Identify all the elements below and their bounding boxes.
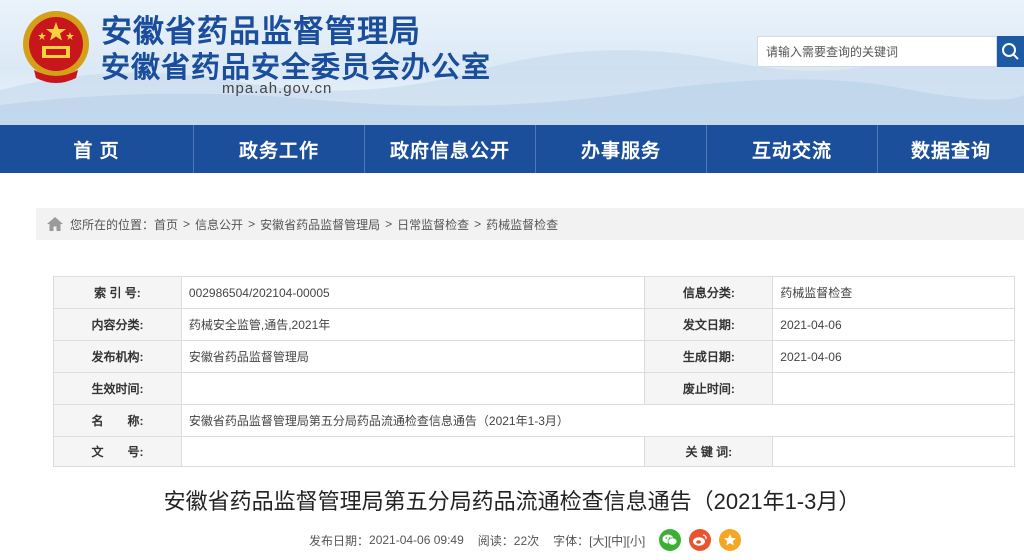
keywords-label: 关 键 词: [644,436,774,467]
font-small-button[interactable]: [小] [627,532,646,549]
views-label: 阅读： [477,533,514,548]
breadcrumb-item-disclosure[interactable]: 信息公开 [195,216,243,233]
favorite-button[interactable] [719,529,742,551]
nav-item-services[interactable]: 办事服务 [536,125,707,173]
table-row: 名 称: 安徽省药品监督管理局第五分局药品流通检查信息通告（2021年1-3月） [53,404,1016,437]
breadcrumb-separator: > [183,217,191,231]
issue-date-value: 2021-04-06 [772,308,1015,341]
breadcrumb: 您所在的位置： 首页 > 信息公开 > 安徽省药品监督管理局 > 日常监督检查 … [36,208,1024,240]
breadcrumb-prefix: 您所在的位置： [70,217,155,232]
search-icon [1002,43,1019,60]
table-row: 索 引 号: 002986504/202104-00005 信息分类: 药械监督… [53,276,1015,309]
effective-time-value [180,372,646,405]
document-number-label: 文 号: [53,436,182,467]
publish-date-label: 发布日期： [309,533,370,548]
repeal-time-label: 废止时间: [644,372,774,405]
info-category-label: 信息分类: [644,276,774,309]
info-category-value: 药械监督检查 [772,276,1015,309]
search-box [757,36,998,67]
index-number-label: 索 引 号: [53,276,182,309]
search-button[interactable] [997,36,1024,67]
weibo-icon [693,534,707,546]
wechat-share-button[interactable] [659,529,682,551]
article-meta-bar: 发布日期： 2021-04-06 09:49 阅读： 22次 字体： [大] [… [309,526,742,554]
document-number-value [180,436,646,467]
generated-date-label: 生成日期: [644,340,774,373]
content-category-label: 内容分类: [53,308,182,341]
nav-item-government-affairs[interactable]: 政务工作 [194,125,365,173]
search-input[interactable] [758,37,998,66]
star-icon [724,534,737,546]
issue-date-label: 发文日期: [644,308,774,341]
table-row: 发布机构: 安徽省药品监督管理局 生成日期: 2021-04-06 [53,340,1015,373]
table-row: 生效时间: 废止时间: [53,372,1015,405]
breadcrumb-item-daily-inspection[interactable]: 日常监督检查 [397,216,469,233]
generated-date-value: 2021-04-06 [772,340,1015,373]
keywords-value [772,436,1015,467]
main-nav: 首 页 政务工作 政府信息公开 办事服务 互动交流 数据查询 [0,125,1024,173]
content-category-value: 药械安全监管,通告,2021年 [180,308,646,341]
font-size-label: 字体： [553,533,590,548]
wechat-icon [662,534,678,546]
table-row: 内容分类: 药械安全监管,通告,2021年 发文日期: 2021-04-06 [53,308,1015,341]
breadcrumb-separator: > [248,217,256,231]
site-header: 安徽省药品监督管理局 安徽省药品安全委员会办公室 mpa.ah.gov.cn [0,0,1024,125]
article-title: 安徽省药品监督管理局第五分局药品流通检查信息通告（2021年1-3月） [163,489,861,514]
nav-item-interaction[interactable]: 互动交流 [707,125,878,173]
document-name-value: 安徽省药品监督管理局第五分局药品流通检查信息通告（2021年1-3月） [180,404,1016,437]
nav-item-information-disclosure[interactable]: 政府信息公开 [365,125,536,173]
breadcrumb-item-device-inspection[interactable]: 药械监督检查 [486,216,558,233]
weibo-share-button[interactable] [689,529,712,551]
views-value: 22次 [513,533,540,548]
effective-time-label: 生效时间: [53,372,182,405]
table-row: 文 号: 关 键 词: [53,436,1015,467]
national-emblem-icon [23,11,89,83]
font-medium-button[interactable]: [中] [608,532,627,549]
document-meta-table: 索 引 号: 002986504/202104-00005 信息分类: 药械监督… [53,276,1016,467]
repeal-time-value [772,372,1015,405]
publisher-label: 发布机构: [53,340,182,373]
document-name-label: 名 称: [53,404,182,437]
publish-date-value: 2021-04-06 09:49 [369,533,464,547]
index-number-value: 002986504/202104-00005 [180,276,646,309]
nav-item-home[interactable]: 首 页 [0,125,194,173]
breadcrumb-separator: > [474,217,482,231]
font-large-button[interactable]: [大] [589,532,608,549]
breadcrumb-item-bureau[interactable]: 安徽省药品监督管理局 [260,216,380,233]
breadcrumb-separator: > [385,217,393,231]
home-icon [47,217,63,231]
site-domain: mpa.ah.gov.cn [222,80,333,97]
breadcrumb-item-home[interactable]: 首页 [154,216,178,233]
nav-item-data-query[interactable]: 数据查询 [878,125,1024,173]
publisher-value: 安徽省药品监督管理局 [180,340,646,373]
